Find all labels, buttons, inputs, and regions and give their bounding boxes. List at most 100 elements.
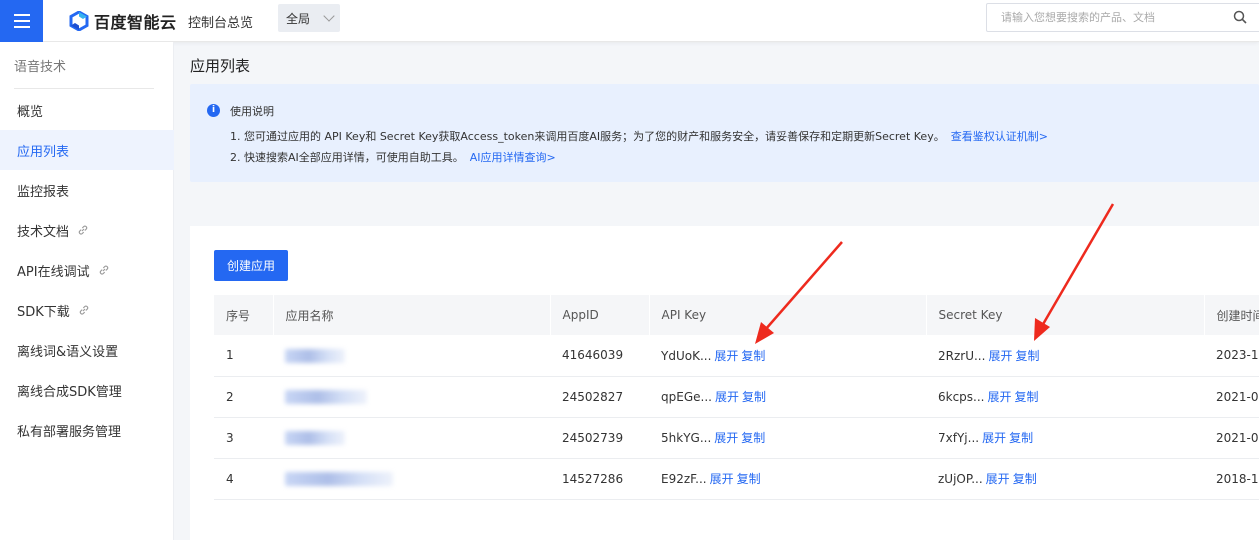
usage-notice: i 使用说明 1. 您可通过应用的 API Key和 Secret Key获取A… — [190, 84, 1259, 182]
notice-line-2-text: 2. 快速搜索AI全部应用详情，可使用自助工具。 — [230, 151, 464, 164]
secret-key-cell: 6kcps... 展开 复制 — [926, 376, 1204, 418]
secret-key-expand-button[interactable]: 展开 — [982, 431, 1006, 445]
sidebar-item-label: 技术文档 — [17, 224, 70, 240]
column-header-appid: AppID — [550, 295, 650, 335]
app-table: 序号 应用名称 AppID API Key Secret Key 创建时间 1 … — [214, 295, 1259, 500]
created-time-cell: 2023-10 — [1204, 335, 1259, 377]
app-name-redacted[interactable] — [285, 430, 345, 445]
sidebar-item-label: API在线调试 — [17, 264, 90, 280]
app-name-redacted[interactable] — [285, 348, 345, 363]
row-index: 3 — [214, 417, 273, 459]
api-key-cell: YdUoK... 展开 复制 — [649, 335, 926, 377]
api-key-cell: 5hkYG... 展开 复制 — [649, 417, 926, 459]
created-time-cell: 2021-07 — [1204, 376, 1259, 418]
brand-logo[interactable]: 百度智能云 — [69, 7, 177, 35]
secret-key-expand-button[interactable]: 展开 — [986, 472, 1010, 486]
app-name-redacted[interactable] — [285, 389, 367, 404]
column-header-api-key: API Key — [649, 295, 927, 335]
notice-line-2: 2. 快速搜索AI全部应用详情，可使用自助工具。 AI应用详情查询> — [230, 149, 556, 165]
column-header-app-name: 应用名称 — [273, 295, 551, 335]
secret-key-expand-button[interactable]: 展开 — [988, 390, 1012, 404]
sidebar-item-offline-words[interactable]: 离线词&语义设置 — [0, 330, 174, 370]
column-header-created: 创建时间 — [1204, 295, 1259, 335]
app-name-cell — [273, 417, 550, 459]
notice-title: 使用说明 — [230, 105, 274, 118]
api-key-copy-button[interactable]: 复制 — [741, 349, 765, 363]
api-key-expand-button[interactable]: 展开 — [714, 431, 738, 445]
table-row: 3 24502739 5hkYG... 展开 复制 7xfYj... 展开 复制 202… — [214, 417, 1259, 459]
secret-key-copy-button[interactable]: 复制 — [1015, 390, 1039, 404]
secret-key-copy-button[interactable]: 复制 — [1013, 472, 1037, 486]
table-row: 4 14527286 E92zF... 展开 复制 zUjOP... 展开 复制 201… — [214, 458, 1259, 500]
sidebar-item-monitoring[interactable]: 监控报表 — [0, 170, 174, 210]
external-link-icon — [78, 225, 88, 235]
console-overview-link[interactable]: 控制台总览 — [188, 12, 253, 31]
sidebar-item-label: 离线合成SDK管理 — [17, 384, 122, 400]
secret-key-cell: 7xfYj... 展开 复制 — [926, 417, 1204, 459]
sidebar-item-tech-docs[interactable]: 技术文档 — [0, 210, 174, 250]
region-value: 全局 — [286, 11, 311, 26]
sidebar-item-label: 离线词&语义设置 — [17, 344, 119, 360]
search-box — [986, 3, 1259, 32]
api-key-expand-button[interactable]: 展开 — [714, 349, 738, 363]
sidebar-section-title: 语音技术 — [14, 60, 67, 75]
sidebar-item-label: 监控报表 — [17, 184, 70, 200]
row-index: 1 — [214, 335, 273, 377]
appid-cell: 41646039 — [550, 335, 649, 377]
sidebar: 语音技术 概览 应用列表 监控报表 技术文档 API在线调试 SDK下载 离线词… — [0, 42, 174, 540]
info-icon: i — [207, 104, 220, 117]
sidebar-item-app-list[interactable]: 应用列表 — [0, 130, 174, 170]
table-row: 2 24502827 qpEGe... 展开 复制 6kcps... 展开 复制 202… — [214, 376, 1259, 418]
external-link-icon — [99, 265, 108, 275]
created-time-cell: 2018-10 — [1204, 458, 1259, 500]
app-name-cell — [273, 458, 550, 500]
secret-key-copy-button[interactable]: 复制 — [1015, 349, 1039, 363]
sidebar-item-private-deploy[interactable]: 私有部署服务管理 — [0, 410, 174, 450]
baidu-cloud-logo-icon — [69, 11, 89, 31]
api-key-copy-button[interactable]: 复制 — [737, 472, 761, 486]
app-name-cell — [273, 335, 550, 377]
api-key-cell: qpEGe... 展开 复制 — [649, 376, 926, 418]
sidebar-item-label: 私有部署服务管理 — [17, 424, 122, 440]
column-header-secret-key: Secret Key — [926, 295, 1205, 335]
hamburger-icon — [13, 14, 30, 28]
sidebar-item-sdk-download[interactable]: SDK下载 — [0, 290, 174, 330]
search-input[interactable] — [987, 4, 1227, 31]
appid-cell: 14527286 — [550, 458, 649, 500]
sidebar-item-api-debug[interactable]: API在线调试 — [0, 250, 174, 290]
api-key-expand-button[interactable]: 展开 — [710, 472, 734, 486]
sidebar-item-offline-sdk[interactable]: 离线合成SDK管理 — [0, 370, 174, 410]
brand-name: 百度智能云 — [94, 13, 177, 32]
external-link-icon — [79, 305, 89, 315]
secret-key-cell: 2RzrU... 展开 复制 — [926, 335, 1204, 377]
api-key-value: qpEGe... — [661, 390, 712, 404]
appid-cell: 24502739 — [550, 417, 649, 459]
page-title: 应用列表 — [190, 57, 251, 75]
app-detail-query-link[interactable]: AI应用详情查询> — [470, 151, 556, 164]
search-icon[interactable] — [1233, 10, 1247, 24]
menu-button[interactable] — [0, 0, 43, 42]
app-list-panel: 创建应用 序号 应用名称 AppID API Key Secret Key 创建… — [190, 226, 1259, 540]
sidebar-item-label: 概览 — [17, 104, 44, 120]
api-key-value: E92zF... — [661, 472, 707, 486]
column-header-index: 序号 — [214, 295, 274, 335]
chevron-down-icon — [323, 10, 335, 22]
secret-key-value: 6kcps... — [938, 390, 985, 404]
secret-key-value: 2RzrU... — [938, 348, 986, 363]
sidebar-item-overview[interactable]: 概览 — [0, 90, 174, 130]
secret-key-copy-button[interactable]: 复制 — [1009, 431, 1033, 445]
app-name-redacted[interactable] — [285, 471, 393, 486]
app-name-cell — [273, 376, 550, 418]
row-index: 4 — [214, 458, 273, 500]
row-index: 2 — [214, 376, 273, 418]
api-key-expand-button[interactable]: 展开 — [715, 390, 739, 404]
create-app-button[interactable]: 创建应用 — [214, 250, 288, 281]
notice-line-1: 1. 您可通过应用的 API Key和 Secret Key获取Access_t… — [230, 128, 1048, 144]
api-key-copy-button[interactable]: 复制 — [742, 390, 766, 404]
auth-mechanism-link[interactable]: 查看鉴权认证机制> — [951, 130, 1048, 143]
top-bar: 百度智能云 控制台总览 全局 — [0, 0, 1259, 42]
region-select[interactable]: 全局 — [278, 4, 340, 32]
secret-key-value: zUjOP... — [938, 472, 983, 486]
api-key-copy-button[interactable]: 复制 — [741, 431, 765, 445]
secret-key-expand-button[interactable]: 展开 — [988, 349, 1012, 363]
